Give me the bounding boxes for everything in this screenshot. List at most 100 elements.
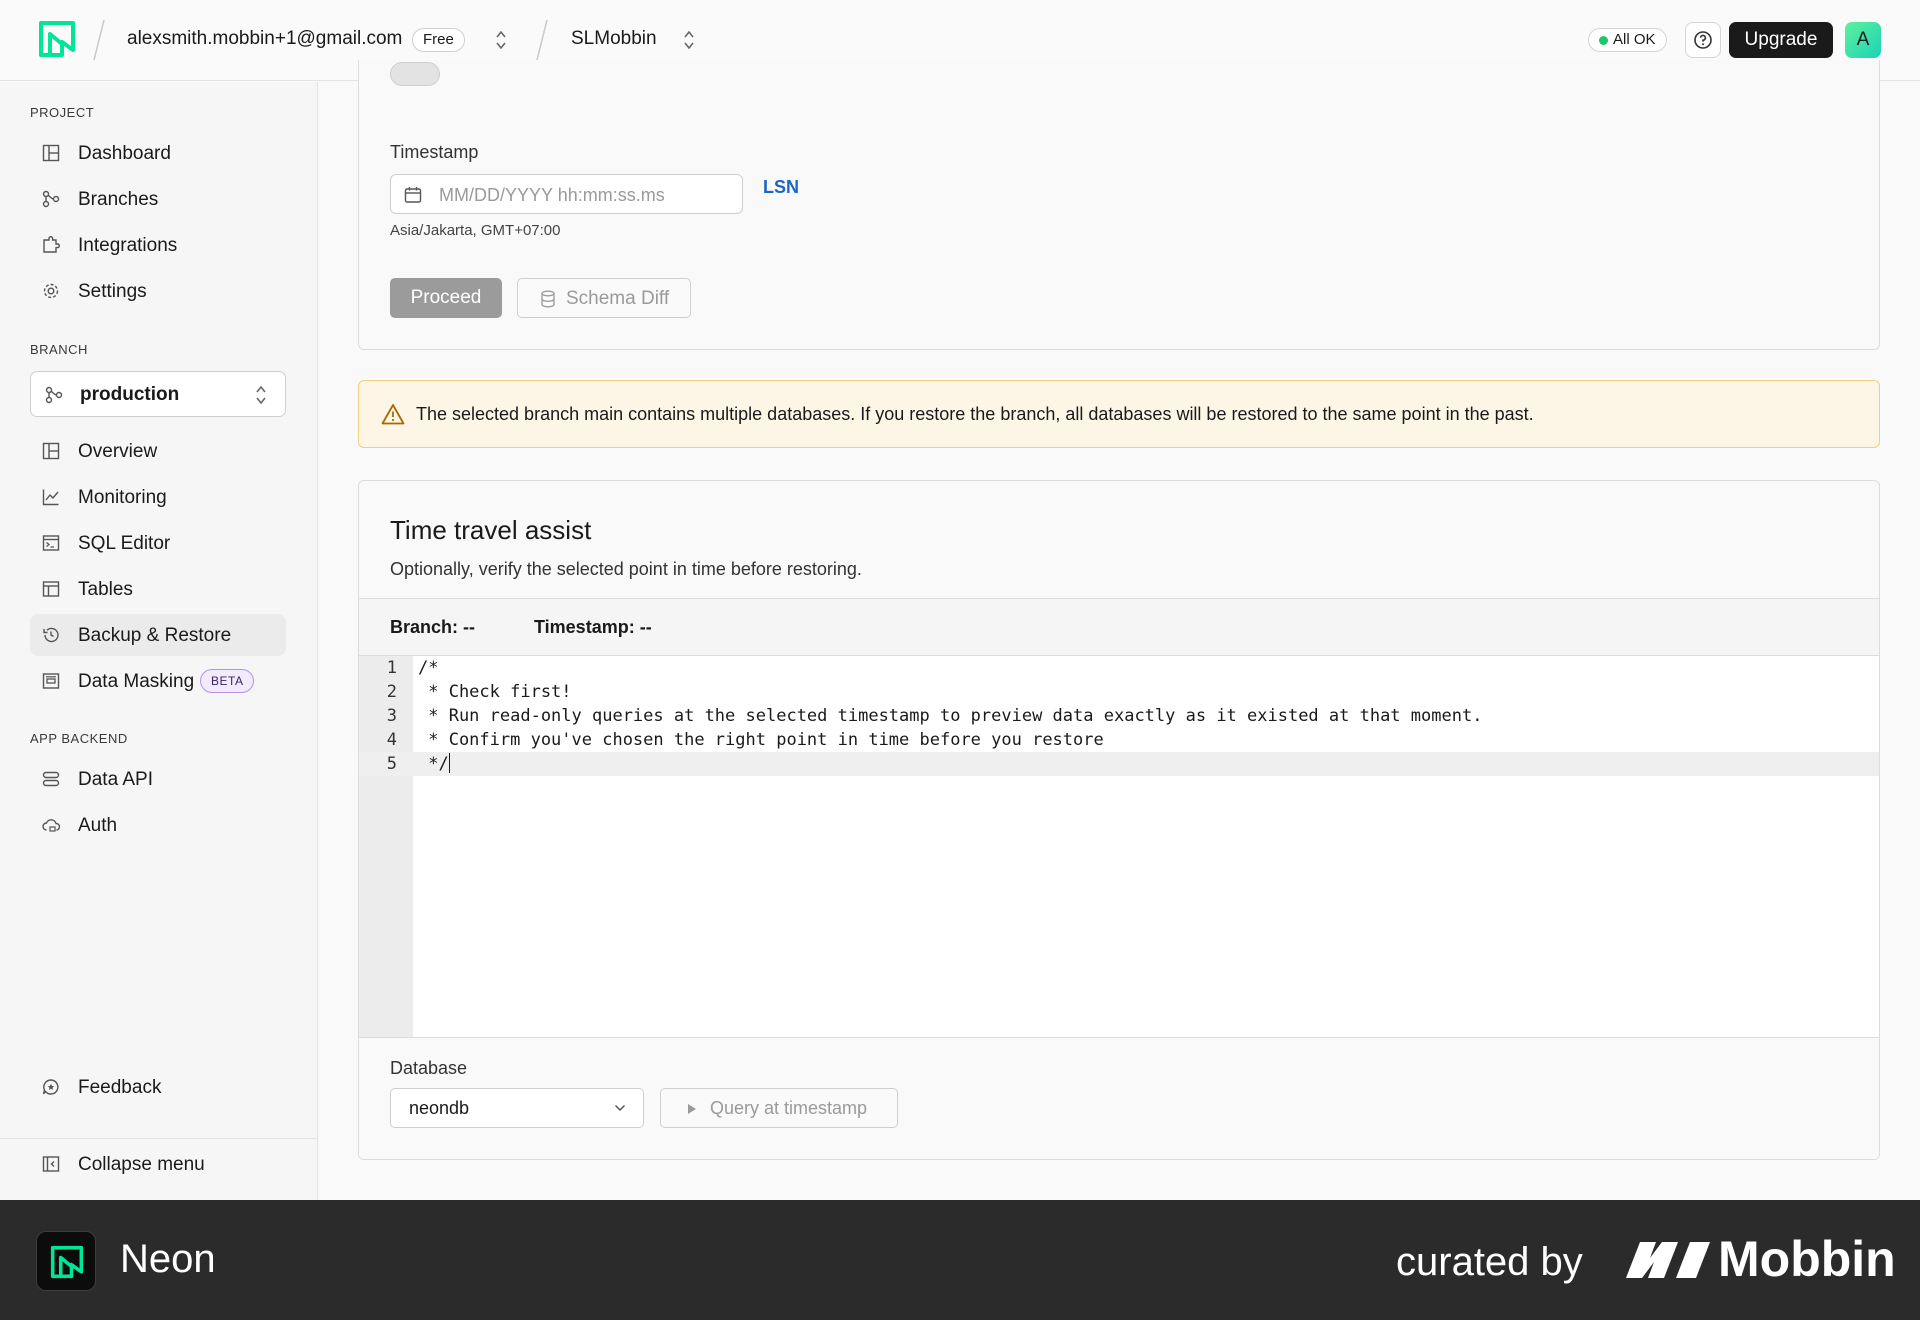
database-diff-icon — [541, 290, 555, 308]
text-caret — [448, 753, 450, 773]
sidebar-item-monitoring[interactable]: Monitoring — [30, 476, 286, 518]
sidebar-item-integrations[interactable]: Integrations — [30, 224, 286, 266]
code-line-active: 5 */ — [359, 752, 1879, 776]
code-text-active: */ — [418, 752, 450, 776]
sidebar-item-label: Data Masking — [78, 671, 195, 692]
query-button-label: Query at timestamp — [710, 1098, 868, 1118]
timezone-text: Asia/Jakarta, GMT+07:00 — [390, 222, 561, 239]
sidebar-item-dashboard[interactable]: Dashboard — [30, 132, 286, 174]
section-title-branch: BRANCH — [30, 342, 88, 357]
play-icon — [688, 1104, 696, 1114]
sql-editor[interactable]: 1 /* 2 * Check first! 3 * Run read-only … — [359, 656, 1879, 1037]
query-context-bar: Branch: -- Timestamp: -- — [359, 598, 1879, 656]
line-number: 5 — [386, 754, 397, 774]
table-icon — [42, 581, 60, 597]
curated-by-text: curated by — [1396, 1240, 1583, 1284]
sidebar-item-overview[interactable]: Overview — [30, 430, 286, 472]
timestamp-input[interactable]: MM/DD/YYYY hh:mm:ss.ms — [390, 174, 743, 214]
branches-icon — [42, 190, 60, 208]
schema-diff-button[interactable]: Schema Diff — [517, 278, 691, 318]
project-name[interactable]: SLMobbin — [571, 28, 657, 50]
database-selected: neondb — [409, 1098, 470, 1118]
mobbin-wordmark: Mobbin — [1718, 1231, 1896, 1287]
sidebar-item-branches[interactable]: Branches — [30, 178, 286, 220]
code-line: 2 * Check first! — [359, 680, 1879, 704]
collapse-sidebar-icon — [42, 1156, 60, 1172]
sidebar-item-backup-restore[interactable]: Backup & Restore — [30, 614, 286, 656]
avatar[interactable]: A — [1845, 22, 1881, 58]
code-text: * Run read-only queries at the selected … — [418, 706, 1483, 726]
collapse-menu-button[interactable]: Collapse menu — [30, 1143, 286, 1185]
upgrade-button[interactable]: Upgrade — [1729, 22, 1833, 58]
warning-banner: The selected branch main contains multip… — [358, 380, 1880, 448]
database-label: Database — [390, 1058, 468, 1078]
lsn-link[interactable]: LSN — [763, 177, 799, 198]
feedback-button[interactable]: Feedback — [30, 1066, 286, 1108]
terminal-icon — [42, 535, 60, 551]
footer-app-name: Neon — [120, 1237, 216, 1281]
time-travel-card: Time travel assist Optionally, verify th… — [358, 480, 1880, 1160]
time-travel-title: Time travel assist — [390, 515, 592, 545]
sidebar: PROJECT Dashboard Branches Integrations … — [0, 82, 318, 1200]
status-badge[interactable]: All OK — [1588, 28, 1667, 52]
line-number: 2 — [386, 682, 397, 702]
sidebar-item-label: SQL Editor — [78, 533, 171, 554]
help-button[interactable] — [1685, 22, 1721, 58]
query-at-timestamp-button[interactable]: Query at timestamp — [660, 1088, 898, 1128]
dashboard-icon — [42, 144, 60, 162]
sidebar-item-data-api[interactable]: Data API — [30, 758, 286, 800]
database-select[interactable]: neondb — [390, 1088, 644, 1128]
gear-icon — [43, 283, 59, 299]
chart-icon — [42, 489, 59, 506]
restore-toggle[interactable] — [390, 62, 440, 86]
line-number: 4 — [386, 730, 397, 750]
sidebar-item-tables[interactable]: Tables — [30, 568, 286, 610]
status-dot-icon — [1599, 36, 1608, 45]
project-switcher-chevron-icon[interactable] — [682, 28, 696, 52]
code-line: 3 * Run read-only queries at the selecte… — [359, 704, 1879, 728]
cloud-lock-icon — [42, 819, 60, 832]
account-email[interactable]: alexsmith.mobbin+1@gmail.com — [127, 28, 402, 50]
status-text: All OK — [1613, 31, 1656, 48]
footer-banner: Neon curated by Mobbin — [0, 1200, 1920, 1320]
proceed-button[interactable]: Proceed — [390, 278, 502, 318]
feedback-icon — [42, 1079, 59, 1095]
sidebar-item-sql-editor[interactable]: SQL Editor — [30, 522, 286, 564]
sidebar-item-label: Auth — [78, 815, 118, 836]
calendar-icon — [404, 187, 422, 203]
sidebar-item-data-masking[interactable]: Data Masking BETA — [30, 660, 286, 702]
database-footer: Database neondb Query at timestamp — [359, 1037, 1879, 1159]
mobbin-logo-icon — [1626, 1242, 1710, 1278]
sidebar-item-label: Monitoring — [78, 487, 167, 508]
timestamp-label: Timestamp — [390, 142, 479, 162]
mask-icon — [42, 673, 60, 689]
chevron-down-icon — [614, 1104, 626, 1112]
time-travel-subtitle: Optionally, verify the selected point in… — [390, 559, 862, 579]
sidebar-item-label: Data API — [78, 769, 153, 790]
plan-badge: Free — [412, 28, 465, 52]
sidebar-item-settings[interactable]: Settings — [30, 270, 286, 312]
sidebar-item-label: Overview — [78, 441, 158, 462]
divider-slash-icon — [93, 19, 105, 61]
feedback-label: Feedback — [78, 1077, 162, 1098]
sidebar-item-label: Backup & Restore — [78, 625, 232, 646]
grid-icon — [42, 442, 60, 460]
history-icon — [43, 627, 59, 643]
sidebar-item-label: Tables — [78, 579, 133, 600]
branch-selector[interactable]: production — [30, 371, 286, 417]
timestamp-placeholder: MM/DD/YYYY hh:mm:ss.ms — [439, 185, 665, 205]
sidebar-item-auth[interactable]: Auth — [30, 804, 286, 846]
puzzle-icon — [43, 236, 60, 253]
question-icon — [1694, 31, 1712, 49]
neon-logo-icon[interactable] — [38, 20, 76, 58]
account-switcher-chevron-icon[interactable] — [494, 28, 508, 52]
code-text: */ — [418, 754, 449, 774]
sidebar-item-label: Settings — [78, 281, 147, 302]
sidebar-item-label: Integrations — [78, 235, 178, 256]
sidebar-divider — [0, 1138, 318, 1139]
code-line: 4 * Confirm you've chosen the right poin… — [359, 728, 1879, 752]
warning-icon — [381, 404, 405, 425]
branch-context: Branch: -- — [390, 617, 475, 637]
schema-diff-label: Schema Diff — [566, 288, 670, 309]
divider-slash-icon — [536, 19, 548, 61]
